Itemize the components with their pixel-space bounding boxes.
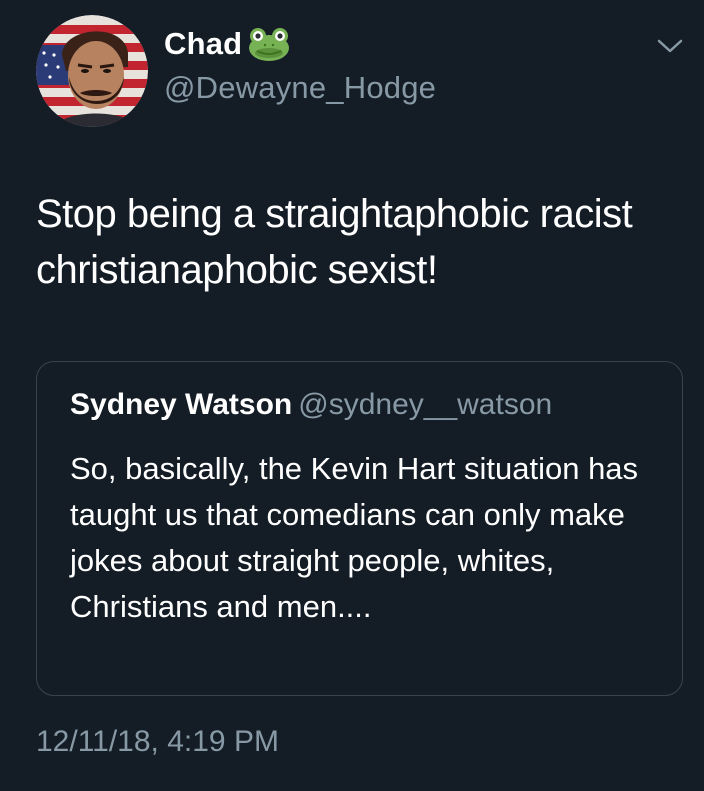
quoted-author-name: Sydney Watson xyxy=(70,388,293,421)
quoted-tweet-text: So, basically, the Kevin Hart situation … xyxy=(70,451,639,624)
tweet-timestamp[interactable]: 12/11/18, 4:19 PM xyxy=(36,725,279,759)
avatar-image xyxy=(36,15,148,127)
quoted-tweet[interactable]: Sydney Watson @sydney__watson So, basical… xyxy=(36,361,683,696)
tweet-text: Stop being a straightaphobic racist chri… xyxy=(36,192,633,292)
quoted-author-handle: @sydney__watson xyxy=(298,388,553,421)
tweet-card: Chad @Dewayne_Hodge Stop being a straigh… xyxy=(0,0,704,791)
quoted-tweet-header: Sydney Watson @sydney__watson xyxy=(70,388,552,422)
author-name-row[interactable]: Chad xyxy=(164,22,292,66)
chevron-down-icon[interactable] xyxy=(656,36,684,56)
author-display-name[interactable]: Chad xyxy=(164,26,242,62)
avatar[interactable] xyxy=(36,15,148,127)
frog-face-icon xyxy=(246,26,292,62)
author-handle[interactable]: @Dewayne_Hodge xyxy=(164,70,436,106)
